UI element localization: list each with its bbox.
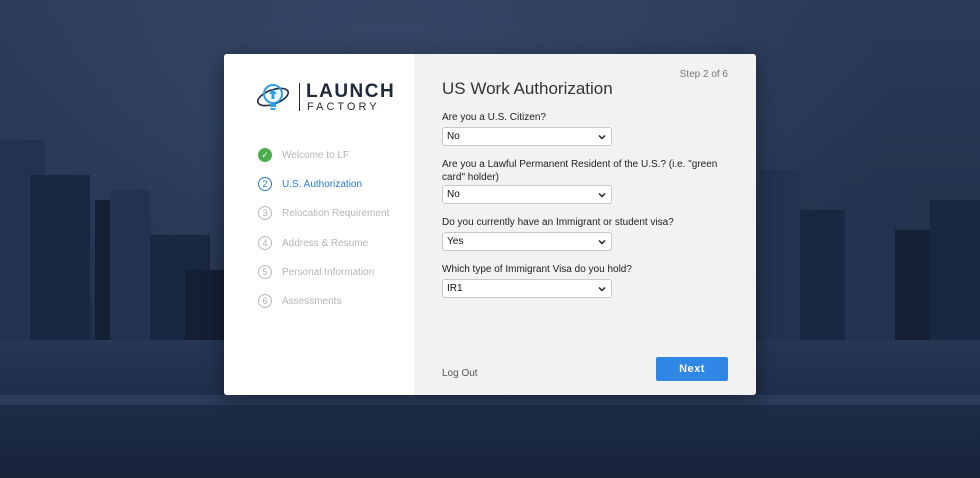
visa-type-select[interactable]: IR1 (442, 279, 612, 298)
question-label: Which type of Immigrant Visa do you hold… (442, 264, 632, 275)
question-label: Are you a U.S. Citizen? (442, 112, 546, 123)
question-label: Are you a Lawful Permanent Resident of t… (442, 159, 718, 183)
form-panel: Step 2 of 6 US Work Authorization Are yo… (414, 54, 756, 395)
select-value: No (447, 189, 460, 200)
chevron-down-icon (598, 192, 606, 198)
lightbulb-rocket-icon (256, 84, 290, 110)
step-label: Personal Information (282, 266, 375, 278)
visa-status-select[interactable]: Yes (442, 232, 612, 251)
step-label: Address & Resume (282, 237, 369, 249)
step-us-authorization[interactable]: 2 U.S. Authorization (258, 175, 418, 193)
step-label: Assessments (282, 295, 342, 307)
building (30, 175, 90, 365)
sidebar: LAUNCH FACTORY ✓ Welcome to LF 2 U.S. Au… (224, 54, 414, 395)
step-relocation[interactable]: 3 Relocation Requirement (258, 204, 418, 222)
chevron-down-icon (598, 239, 606, 245)
step-label: Relocation Requirement (282, 207, 390, 219)
permanent-resident-select[interactable]: No (442, 185, 612, 204)
step-label: Welcome to LF (282, 149, 350, 161)
step-number: 6 (258, 294, 272, 308)
step-number: 5 (258, 265, 272, 279)
page-title: US Work Authorization (442, 79, 613, 98)
select-value: No (447, 131, 460, 142)
building (110, 190, 150, 360)
logo-divider (299, 83, 300, 111)
building (930, 200, 980, 360)
logout-link[interactable]: Log Out (442, 368, 478, 379)
onboarding-card: LAUNCH FACTORY ✓ Welcome to LF 2 U.S. Au… (224, 54, 756, 395)
chevron-down-icon (598, 286, 606, 292)
check-icon: ✓ (258, 148, 272, 162)
select-value: IR1 (447, 283, 463, 294)
chevron-down-icon (598, 134, 606, 140)
launch-factory-logo: LAUNCH FACTORY (256, 79, 394, 115)
building (845, 185, 900, 360)
logo-word-factory: FACTORY (307, 101, 380, 113)
step-number: 2 (258, 177, 272, 191)
building (800, 210, 845, 360)
select-value: Yes (447, 236, 464, 247)
step-number: 4 (258, 236, 272, 250)
step-personal-information[interactable]: 5 Personal Information (258, 263, 418, 281)
us-citizen-select[interactable]: No (442, 127, 612, 146)
building (760, 170, 800, 360)
water-reflection (0, 395, 980, 405)
logo-word-launch: LAUNCH (306, 81, 396, 102)
step-number: 3 (258, 206, 272, 220)
step-label: U.S. Authorization (282, 178, 363, 190)
step-address-resume[interactable]: 4 Address & Resume (258, 234, 418, 252)
step-welcome[interactable]: ✓ Welcome to LF (258, 146, 418, 164)
next-button[interactable]: Next (656, 357, 728, 381)
step-assessments[interactable]: 6 Assessments (258, 292, 418, 310)
question-label: Do you currently have an Immigrant or st… (442, 217, 674, 228)
step-indicator: Step 2 of 6 (679, 69, 728, 80)
